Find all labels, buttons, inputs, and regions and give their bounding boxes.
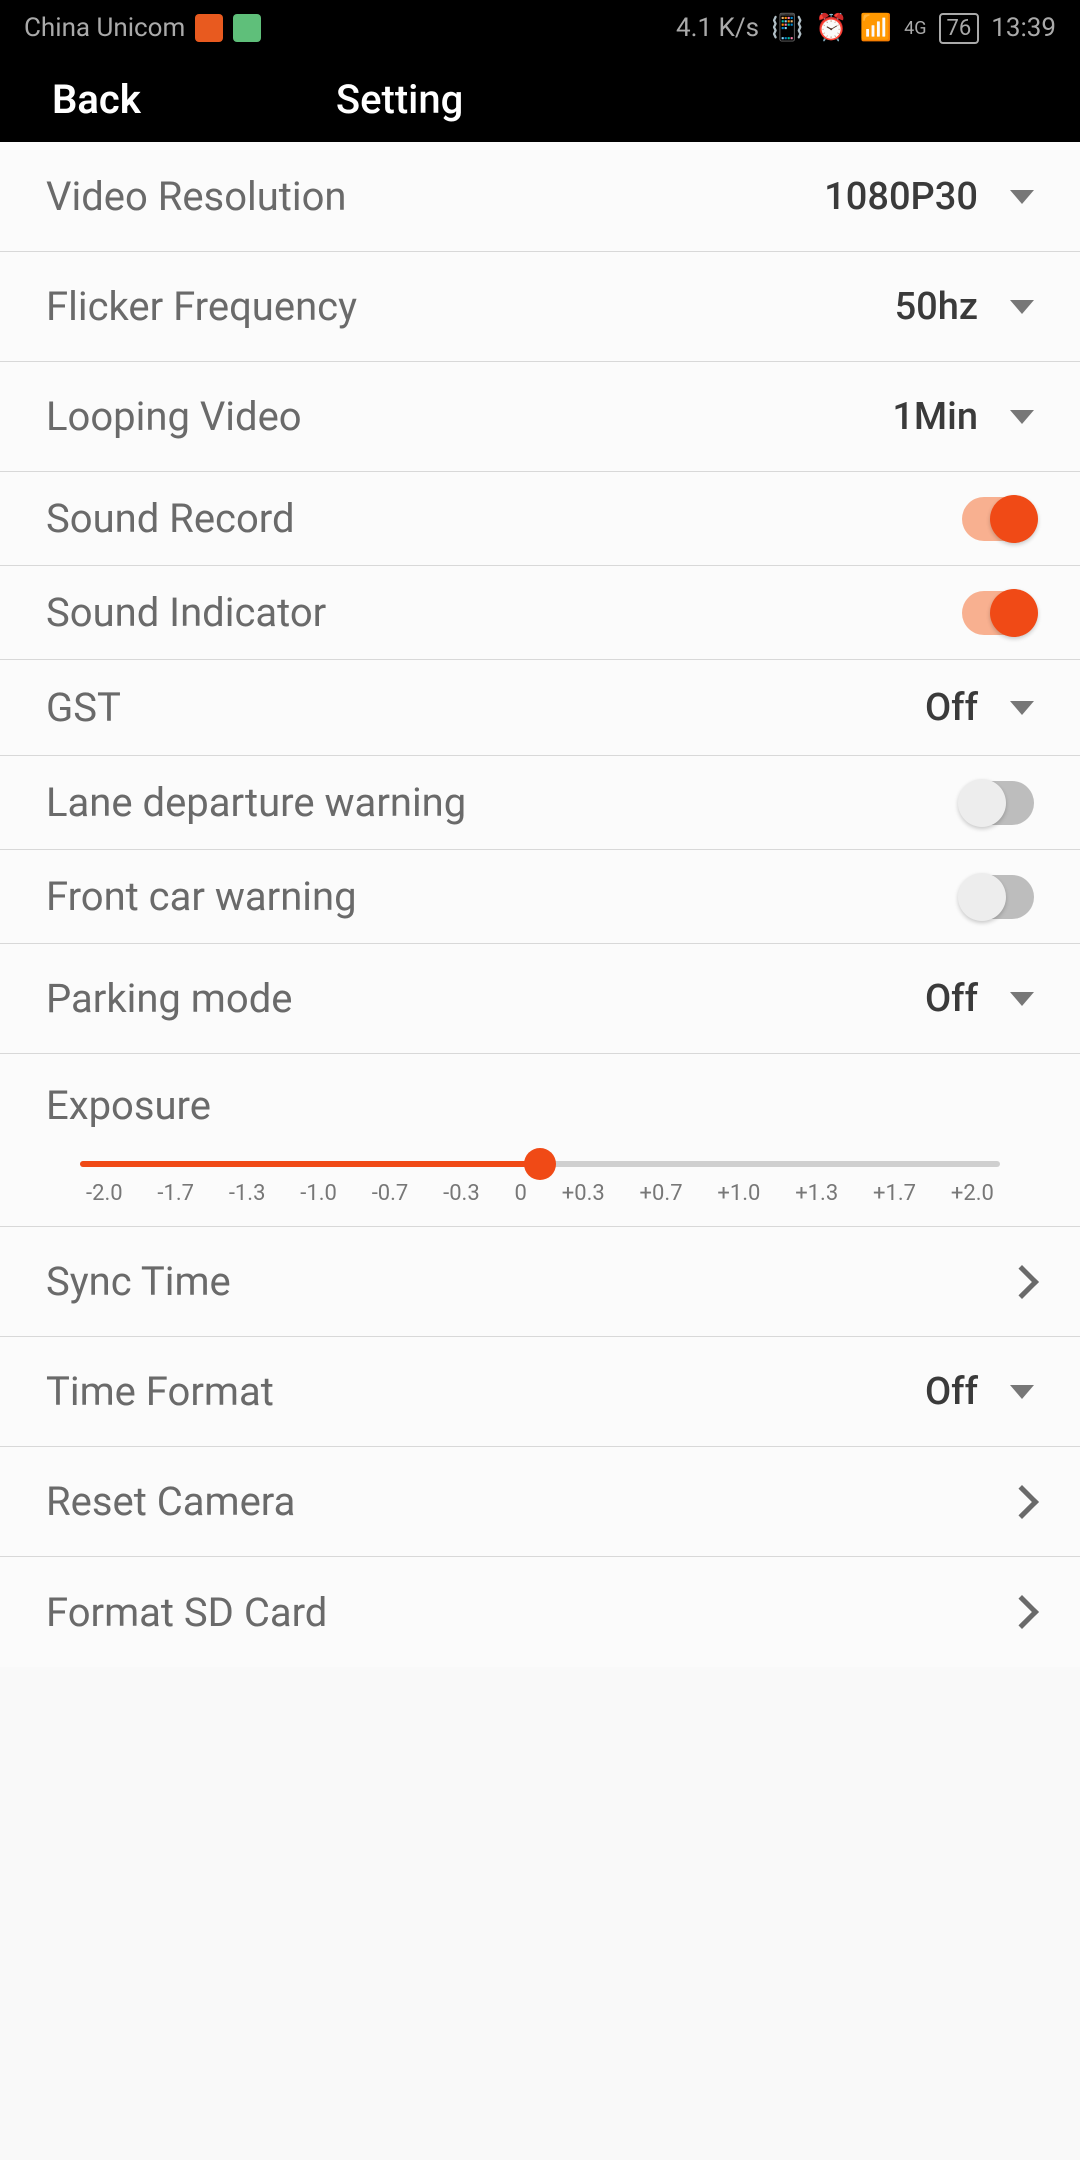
setting-value: Off [925, 686, 978, 730]
back-button[interactable]: Back [52, 76, 141, 123]
toggle-lane-departure[interactable] [962, 781, 1034, 825]
setting-label: Parking mode [46, 975, 292, 1022]
setting-label: Time Format [46, 1368, 274, 1415]
app-icon-1 [195, 14, 223, 42]
slider-tick: -0.3 [443, 1181, 480, 1206]
setting-label: Looping Video [46, 393, 302, 440]
carrier-label: China Unicom [24, 13, 185, 43]
chevron-down-icon [1010, 1385, 1034, 1399]
setting-value-wrap: Off [925, 977, 1034, 1021]
setting-value: 1080P30 [824, 175, 978, 219]
chevron-down-icon [1010, 701, 1034, 715]
slider-labels: -2.0 -1.7 -1.3 -1.0 -0.7 -0.3 0 +0.3 +0.7 +1.0 +1.… [80, 1181, 1000, 1206]
setting-format-sd[interactable]: Format SD Card [0, 1557, 1080, 1667]
slider-tick: -2.0 [86, 1181, 123, 1206]
slider-tick: +0.7 [640, 1181, 683, 1206]
setting-label: Sync Time [46, 1258, 231, 1305]
setting-label: Front car warning [46, 873, 357, 920]
app-header: Back Setting [0, 56, 1080, 142]
status-left: China Unicom [24, 13, 261, 43]
setting-time-format[interactable]: Time Format Off [0, 1337, 1080, 1447]
app-icon-2 [233, 14, 261, 42]
setting-value-wrap: Off [925, 1370, 1034, 1414]
setting-parking-mode[interactable]: Parking mode Off [0, 944, 1080, 1054]
slider-tick: -1.3 [229, 1181, 266, 1206]
setting-exposure: Exposure -2.0 -1.7 -1.3 -1.0 -0.7 -0.3 0 +0.3 +0… [0, 1054, 1080, 1227]
setting-value-wrap: 1080P30 [824, 175, 1034, 219]
setting-label: Sound Record [46, 495, 295, 542]
alarm-icon: ⏰ [815, 13, 847, 43]
chevron-right-icon [1005, 1485, 1039, 1519]
setting-gst[interactable]: GST Off [0, 660, 1080, 756]
setting-value-wrap: 1Min [892, 395, 1034, 439]
chevron-right-icon [1005, 1265, 1039, 1299]
slider-tick: +1.7 [873, 1181, 916, 1206]
toggle-knob [990, 495, 1038, 543]
slider-tick: -1.7 [157, 1181, 194, 1206]
wifi-icon: 📶 [860, 13, 892, 43]
toggle-front-car[interactable] [962, 875, 1034, 919]
slider-tick: +1.0 [717, 1181, 760, 1206]
chevron-down-icon [1010, 190, 1034, 204]
page-title: Setting [336, 76, 463, 123]
setting-label: GST [46, 684, 121, 731]
status-bar: China Unicom 4.1 K/s 📳 ⏰ 📶 4G 76 13:39 [0, 0, 1080, 56]
slider-tick: 0 [515, 1181, 527, 1206]
setting-label: Video Resolution [46, 173, 347, 220]
setting-label: Flicker Frequency [46, 283, 357, 330]
setting-looping-video[interactable]: Looping Video 1Min [0, 362, 1080, 472]
toggle-knob [958, 873, 1006, 921]
exposure-slider[interactable]: -2.0 -1.7 -1.3 -1.0 -0.7 -0.3 0 +0.3 +0.7 +1.0 +1.… [46, 1161, 1034, 1206]
chevron-down-icon [1010, 992, 1034, 1006]
setting-value: Off [925, 977, 978, 1021]
slider-fill [80, 1161, 540, 1167]
battery-level: 76 [939, 13, 980, 44]
slider-track [80, 1161, 1000, 1167]
toggle-knob [990, 589, 1038, 637]
setting-video-resolution[interactable]: Video Resolution 1080P30 [0, 142, 1080, 252]
vibrate-icon: 📳 [771, 13, 803, 43]
chevron-down-icon [1010, 410, 1034, 424]
setting-label: Sound Indicator [46, 589, 326, 636]
slider-thumb[interactable] [524, 1148, 556, 1180]
chevron-right-icon [1005, 1595, 1039, 1629]
setting-label: Exposure [46, 1082, 211, 1129]
slider-tick: +1.3 [795, 1181, 838, 1206]
setting-value: 1Min [892, 395, 978, 439]
network-speed: 4.1 K/s [676, 13, 759, 43]
setting-value: Off [925, 1370, 978, 1414]
setting-reset-camera[interactable]: Reset Camera [0, 1447, 1080, 1557]
setting-lane-departure: Lane departure warning [0, 756, 1080, 850]
slider-tick: +0.3 [562, 1181, 605, 1206]
settings-list: Video Resolution 1080P30 Flicker Frequen… [0, 142, 1080, 1667]
slider-tick: -1.0 [300, 1181, 337, 1206]
setting-label: Format SD Card [46, 1589, 327, 1636]
slider-tick: +2.0 [951, 1181, 994, 1206]
setting-value-wrap: 50hz [895, 285, 1034, 329]
setting-sound-record: Sound Record [0, 472, 1080, 566]
setting-sound-indicator: Sound Indicator [0, 566, 1080, 660]
setting-sync-time[interactable]: Sync Time [0, 1227, 1080, 1337]
setting-value-wrap: Off [925, 686, 1034, 730]
clock: 13:39 [991, 13, 1056, 43]
network-type: 4G [904, 18, 926, 39]
status-right: 4.1 K/s 📳 ⏰ 📶 4G 76 13:39 [676, 13, 1056, 44]
toggle-sound-indicator[interactable] [962, 591, 1034, 635]
toggle-sound-record[interactable] [962, 497, 1034, 541]
setting-label: Reset Camera [46, 1478, 295, 1525]
setting-label: Lane departure warning [46, 779, 466, 826]
setting-flicker-frequency[interactable]: Flicker Frequency 50hz [0, 252, 1080, 362]
setting-front-car: Front car warning [0, 850, 1080, 944]
toggle-knob [958, 779, 1006, 827]
chevron-down-icon [1010, 300, 1034, 314]
setting-value: 50hz [895, 285, 978, 329]
slider-tick: -0.7 [372, 1181, 409, 1206]
